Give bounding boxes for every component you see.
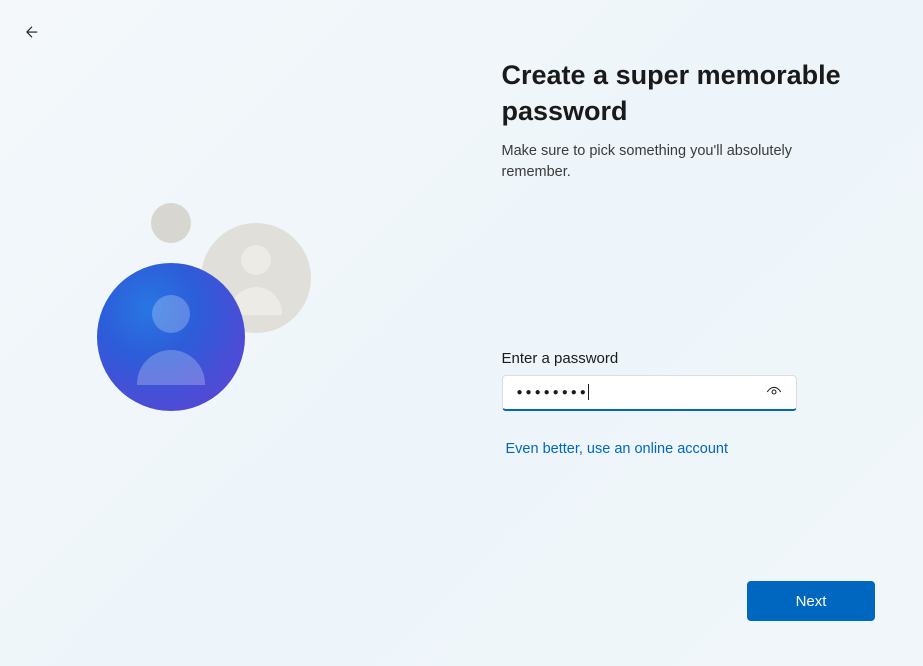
- illustration-panel: [0, 0, 462, 666]
- user-illustration: [91, 193, 371, 473]
- eye-icon: [766, 384, 782, 400]
- next-button[interactable]: Next: [747, 581, 875, 621]
- password-input[interactable]: ●●●●●●●●: [517, 384, 589, 400]
- page-subtitle: Make sure to pick something you'll absol…: [502, 141, 864, 182]
- decorative-avatar-blue: [97, 263, 245, 411]
- text-cursor: [588, 384, 589, 400]
- online-account-link[interactable]: Even better, use an online account: [506, 441, 729, 457]
- decorative-circle-small: [151, 203, 191, 243]
- form-panel: Create a super memorable password Make s…: [462, 0, 923, 666]
- reveal-password-button[interactable]: [760, 378, 788, 406]
- password-input-wrapper[interactable]: ●●●●●●●●: [502, 375, 797, 411]
- page-title: Create a super memorable password: [502, 58, 864, 129]
- password-label: Enter a password: [502, 350, 864, 367]
